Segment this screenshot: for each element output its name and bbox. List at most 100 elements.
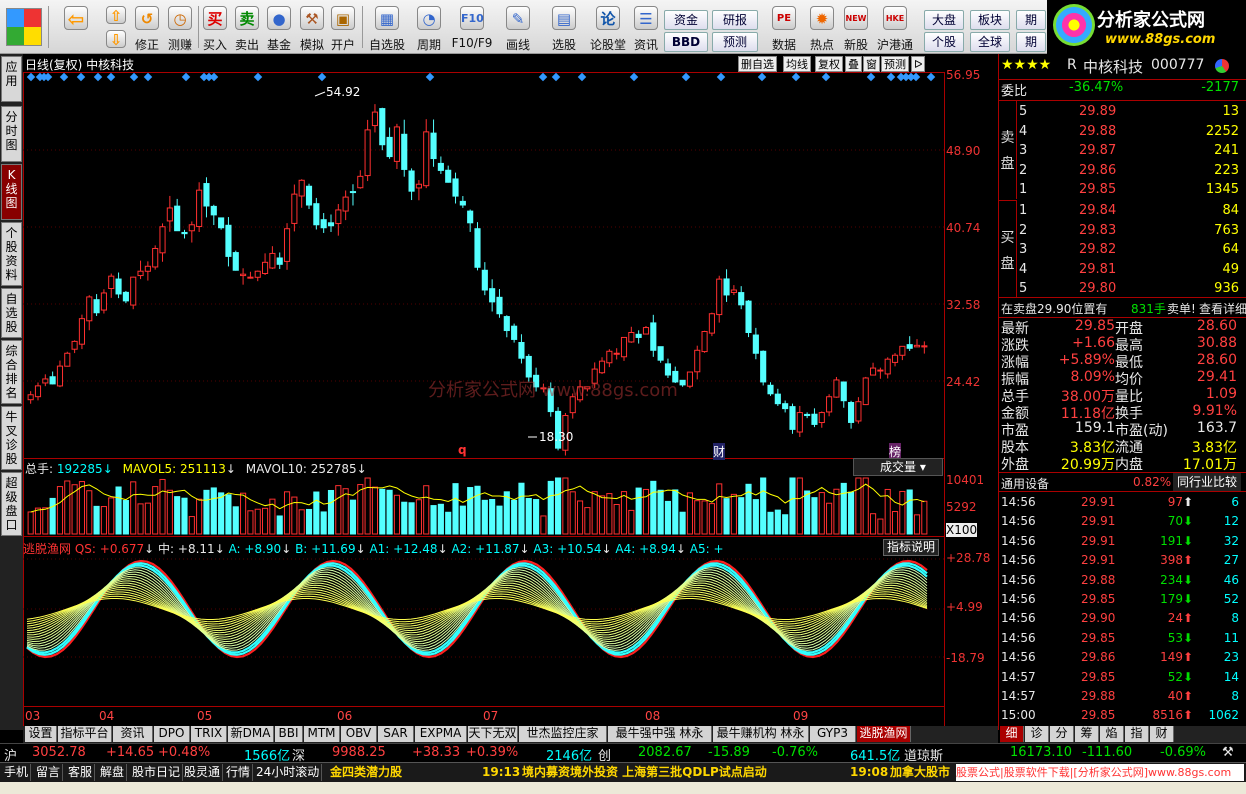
- info-button[interactable]: ☰ 资讯: [630, 3, 662, 53]
- indicator-tab[interactable]: SAR: [378, 726, 414, 742]
- news-item[interactable]: 境内募资境外投资 上海第三批QDLP试点启动: [522, 764, 767, 781]
- tick-list[interactable]: 14:56 29.91 97 ⬆ 6 14:56 29.91 70 ⬇ 12 14:56 29.91 1…: [999, 491, 1246, 727]
- right-panel-tab[interactable]: 筹: [1075, 726, 1099, 742]
- indicator-tab[interactable]: 最牛强中强 林永: [608, 726, 712, 742]
- indicator-tab[interactable]: 资讯: [113, 726, 153, 742]
- indicator-tab[interactable]: 逃脱渔网: [857, 726, 911, 742]
- market-button[interactable]: 大盘: [924, 10, 964, 30]
- test-button[interactable]: ◷ 测赚: [164, 3, 196, 53]
- indicator-tab[interactable]: EXPMA: [415, 726, 467, 742]
- stock-button[interactable]: 个股: [924, 32, 964, 52]
- order-book-row-ask[interactable]: 1 29.85 1345: [1019, 182, 1246, 201]
- indicator-tab[interactable]: DPO: [154, 726, 190, 742]
- indicator-tab[interactable]: 新DMA: [228, 726, 274, 742]
- kline-chart-area[interactable]: 日线(复权) 中核科技 删自选 均线 复权 叠 窗 预测 ᐅ 56.95 48.…: [23, 54, 998, 730]
- self-stock-button[interactable]: ▦ 自选股: [366, 3, 408, 53]
- page-down-button[interactable]: ⇩: [104, 27, 128, 49]
- indicator-tab[interactable]: 世杰监控庄家: [519, 726, 607, 742]
- news-item[interactable]: 金四类潜力股: [330, 764, 402, 781]
- industry-compare-button[interactable]: 同行业比较: [1173, 473, 1242, 491]
- indicator-tab[interactable]: 天下无双: [468, 726, 518, 742]
- order-book-row-bid[interactable]: 1 29.84 84: [1019, 203, 1246, 222]
- order-book-row-ask[interactable]: 3 29.87 241: [1019, 143, 1246, 162]
- status-item[interactable]: 行情: [224, 764, 254, 781]
- ad-banner[interactable]: 股票公式|股票软件下载|[分析家公式网]www.88gs.com: [956, 764, 1244, 781]
- period-button[interactable]: ◔ 周期: [410, 3, 448, 53]
- hk-connect-button[interactable]: HKE 沪港通: [874, 3, 916, 53]
- indicator-explain-button[interactable]: 指标说明: [883, 539, 939, 556]
- capital-button[interactable]: 资金: [664, 10, 708, 30]
- indicator-tab[interactable]: BBI: [275, 726, 303, 742]
- right-panel-tab[interactable]: 焰: [1100, 726, 1124, 742]
- revise-button[interactable]: ↺ 修正: [130, 3, 164, 53]
- indicator-tab[interactable]: GYP3: [810, 726, 856, 742]
- tab-timeshare[interactable]: 分时图: [1, 106, 22, 162]
- status-item[interactable]: 手机: [2, 764, 32, 781]
- open-account-button[interactable]: ▣ 开户: [328, 3, 358, 53]
- bbd-button[interactable]: BBD: [664, 32, 708, 52]
- back-button[interactable]: ⇦: [58, 3, 94, 53]
- fund-button[interactable]: ● 基金: [264, 3, 294, 53]
- indicator-tab[interactable]: 指标平台: [58, 726, 112, 742]
- marker-finance[interactable]: 财: [713, 443, 726, 460]
- page-up-button[interactable]: ⇧: [104, 3, 128, 25]
- right-panel-tab[interactable]: 财: [1150, 726, 1174, 742]
- status-item[interactable]: 客服: [66, 764, 96, 781]
- research-button[interactable]: 研报: [712, 10, 758, 30]
- big-order-notice[interactable]: 在卖盘29.90位置有 831手 卖单! 查看详细: [999, 298, 1246, 317]
- order-book-row-bid[interactable]: 3 29.82 64: [1019, 242, 1246, 261]
- global-button[interactable]: 全球: [970, 32, 1010, 52]
- index-bar[interactable]: 沪 3052.78 +14.65 +0.48% 1566亿 深 9988.25 …: [0, 743, 1246, 764]
- indicator-tab[interactable]: OBV: [341, 726, 377, 742]
- indicator-tab[interactable]: MTM: [304, 726, 340, 742]
- tab-stock-profile[interactable]: 个股资料: [1, 222, 22, 286]
- tab-super-order[interactable]: 超级盘口: [1, 472, 22, 536]
- draw-button[interactable]: ✎ 画线: [498, 3, 538, 53]
- right-panel-tab[interactable]: 分: [1050, 726, 1074, 742]
- settings-wrench-icon[interactable]: ⚒: [1222, 745, 1234, 760]
- right-panel-tab[interactable]: 细: [1000, 726, 1024, 742]
- volume-dropdown[interactable]: 成交量 ▾: [853, 458, 943, 476]
- order-book-row-ask[interactable]: 2 29.86 223: [1019, 163, 1246, 182]
- new-stock-button[interactable]: NEW 新股: [840, 3, 872, 53]
- tab-diagnosis[interactable]: 牛叉诊股: [1, 406, 22, 470]
- forecast-button[interactable]: 预测: [712, 32, 758, 52]
- volume-bar: [489, 498, 496, 535]
- marker-q[interactable]: q: [458, 443, 467, 457]
- pie-chart-icon[interactable]: [1215, 59, 1229, 73]
- news-item[interactable]: 加拿大股市: [890, 764, 950, 781]
- period-short-button[interactable]: 期: [1016, 10, 1046, 30]
- order-book-row-ask[interactable]: 4 29.88 2252: [1019, 124, 1246, 143]
- period-short-button-2[interactable]: 期: [1016, 32, 1046, 52]
- f10-button[interactable]: F10 F10/F9: [450, 3, 494, 53]
- forum-button[interactable]: 论论股堂: [588, 3, 628, 53]
- tab-app[interactable]: 应用: [1, 56, 22, 102]
- sell-button[interactable]: 卖卖出: [232, 3, 262, 53]
- buy-label-1: 买: [1000, 230, 1015, 246]
- status-item[interactable]: 24小时滚动: [254, 764, 323, 781]
- app-logo-icon[interactable]: [6, 8, 42, 46]
- tab-ranking[interactable]: 综合排名: [1, 340, 22, 404]
- sector-button[interactable]: 板块: [970, 10, 1010, 30]
- indicator-tab[interactable]: 设置: [25, 726, 57, 742]
- data-button[interactable]: PE 数据: [764, 3, 804, 53]
- order-book-row-bid[interactable]: 4 29.81 49: [1019, 262, 1246, 281]
- indicator-tab[interactable]: 最牛赚机构 林永: [713, 726, 809, 742]
- right-panel-tab[interactable]: 指: [1125, 726, 1149, 742]
- order-book-row-ask[interactable]: 5 29.89 13: [1019, 104, 1246, 123]
- indicator-tab[interactable]: TRIX: [191, 726, 227, 742]
- tab-self-stock[interactable]: 自选股: [1, 288, 22, 338]
- volume-bar: [738, 497, 745, 535]
- tab-kline[interactable]: K线图: [1, 164, 22, 220]
- simulate-button[interactable]: ⚒ 模拟: [296, 3, 328, 53]
- right-panel-tab[interactable]: 诊: [1025, 726, 1049, 742]
- status-item[interactable]: 解盘: [98, 764, 128, 781]
- status-item[interactable]: 股市日记: [130, 764, 184, 781]
- buy-button[interactable]: 买买入: [200, 3, 230, 53]
- order-book-row-bid[interactable]: 2 29.83 763: [1019, 223, 1246, 242]
- hot-button[interactable]: ✹ 热点: [806, 3, 838, 53]
- pick-stock-button[interactable]: ▤ 选股: [544, 3, 584, 53]
- notice-detail-link[interactable]: 查看详细: [1199, 300, 1246, 317]
- status-item[interactable]: 留言: [34, 764, 64, 781]
- status-item[interactable]: 股灵通: [182, 764, 224, 781]
